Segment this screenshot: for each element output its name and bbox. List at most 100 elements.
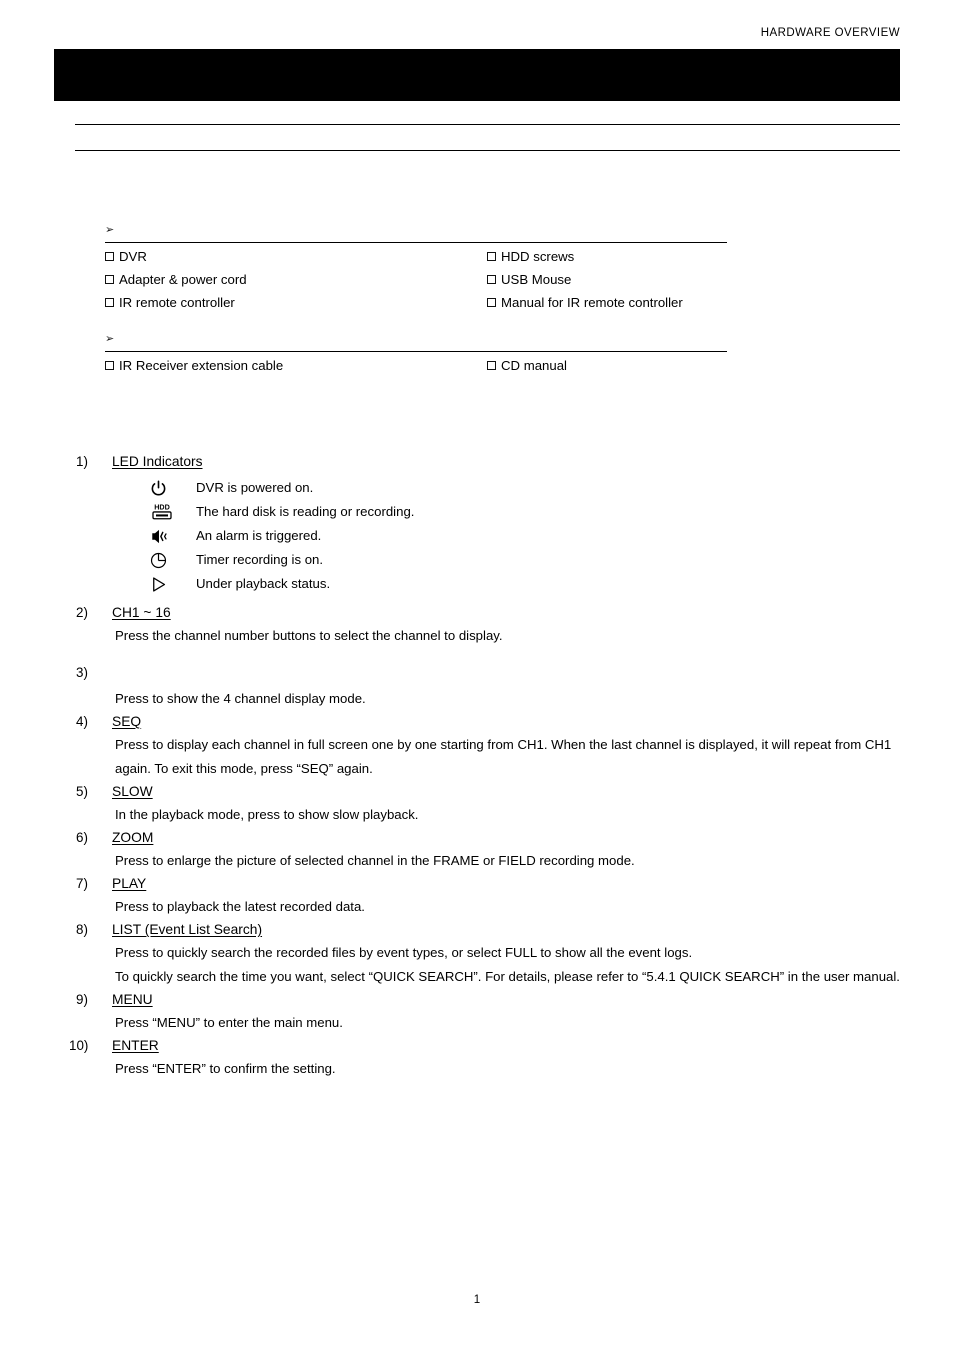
list-item-play: 7) PLAY Press to playback the latest rec…	[0, 873, 954, 919]
front-panel-control-list: 1) LED Indicators DVR is powered on. HDD…	[0, 451, 954, 1081]
packing-list-optional-heading: ➢	[105, 331, 727, 348]
item-description-line: In the playback mode, press to show slow…	[115, 807, 419, 822]
checkbox-icon[interactable]	[105, 298, 114, 307]
item-description-line: To quickly search the time you want, sel…	[115, 969, 900, 984]
item-title: MENU	[112, 992, 153, 1007]
packing-item-cell: HDD screws	[487, 248, 727, 265]
checkbox-icon[interactable]	[487, 275, 496, 284]
item-description: Press the channel number buttons to sele…	[112, 624, 902, 648]
packing-item-cell: IR Receiver extension cable	[105, 357, 487, 374]
led-description: An alarm is triggered.	[196, 528, 322, 543]
table-row: DVR HDD screws	[105, 248, 727, 271]
item-number: 10)	[69, 1038, 89, 1053]
item-title: CH1 ~ 16	[112, 605, 171, 620]
item-description-line: Press “ENTER” to confirm the setting.	[115, 1061, 336, 1076]
packing-list-optional: ➢ IR Receiver extension cable CD manual	[105, 331, 727, 380]
packing-item-label: IR Receiver extension cable	[119, 358, 284, 373]
led-description: The hard disk is reading or recording.	[196, 504, 415, 519]
arrow-bullet-icon: ➢	[105, 333, 115, 345]
led-description: Timer recording is on.	[196, 552, 324, 567]
list-item: HDD The hard disk is reading or recordin…	[150, 500, 954, 524]
list-item: DVR is powered on.	[150, 476, 954, 500]
checkbox-icon[interactable]	[487, 361, 496, 370]
list-item-zoom: 6) ZOOM Press to enlarge the picture of …	[0, 827, 954, 873]
packing-item-label: HDD screws	[501, 249, 575, 264]
item-number: 8)	[76, 922, 88, 937]
list-item: An alarm is triggered.	[150, 524, 954, 548]
packing-list-standard: ➢ DVR HDD screws Adapter & power cord US…	[105, 222, 727, 317]
power-icon	[150, 480, 196, 497]
item-description-line: Press to enlarge the picture of selected…	[115, 853, 635, 868]
hdd-icon: HDD	[150, 502, 196, 522]
list-item-seq: 4) SEQ Press to display each channel in …	[0, 711, 954, 781]
packing-item-cell: Adapter & power cord	[105, 271, 487, 288]
item-description-line: Press to show the 4 channel display mode…	[115, 691, 366, 706]
list-item-led-indicators: 1) LED Indicators DVR is powered on. HDD…	[0, 451, 954, 596]
packing-item-cell: USB Mouse	[487, 271, 727, 288]
item-number: 7)	[76, 876, 88, 891]
packing-item-cell: Manual for IR remote controller	[487, 294, 727, 311]
item-description: Press to display each channel in full sc…	[112, 733, 902, 781]
item-title: ENTER	[112, 1038, 159, 1053]
checkbox-icon[interactable]	[105, 275, 114, 284]
item-title: ZOOM	[112, 830, 154, 845]
item-number: 2)	[76, 605, 88, 620]
packing-item-cell: DVR	[105, 248, 487, 265]
packing-item-label: CD manual	[501, 358, 567, 373]
led-description: DVR is powered on.	[196, 480, 314, 495]
table-row: IR remote controller Manual for IR remot…	[105, 294, 727, 317]
item-title: SEQ	[112, 714, 142, 729]
packing-item-label: Adapter & power cord	[119, 272, 247, 287]
list-item: Under playback status.	[150, 572, 954, 596]
timer-clock-icon	[150, 552, 196, 569]
item-description-line: Press “MENU” to enter the main menu.	[115, 1015, 343, 1030]
item-title: SLOW	[112, 784, 153, 799]
header-divider-bottom	[75, 150, 900, 151]
table-row: IR Receiver extension cable CD manual	[105, 357, 727, 380]
item-description-line: Press to playback the latest recorded da…	[115, 899, 365, 914]
packing-item-cell: IR remote controller	[105, 294, 487, 311]
packing-item-cell: CD manual	[487, 357, 727, 374]
packing-list-standard-heading: ➢	[105, 222, 727, 239]
led-description: Under playback status.	[196, 576, 331, 591]
item-title: LED Indicators	[112, 454, 203, 469]
header-divider-top	[75, 124, 900, 125]
item-number: 1)	[76, 454, 88, 469]
item-description: Press “ENTER” to confirm the setting.	[112, 1057, 902, 1081]
packing-item-label: IR remote controller	[119, 295, 235, 310]
page-number: 1	[473, 1294, 481, 1306]
packing-item-label: USB Mouse	[501, 272, 572, 287]
item-description: In the playback mode, press to show slow…	[112, 803, 902, 827]
item-description: Press to enlarge the picture of selected…	[112, 849, 902, 873]
alarm-icon	[150, 528, 196, 545]
arrow-bullet-icon: ➢	[105, 224, 115, 236]
running-header: HARDWARE OVERVIEW	[760, 27, 900, 39]
list-item-ch1-16: 2) CH1 ~ 16 Press the channel number but…	[0, 602, 954, 648]
checkbox-icon[interactable]	[487, 252, 496, 261]
item-description: Press “MENU” to enter the main menu.	[112, 1011, 902, 1035]
item-description: Press to show the 4 channel display mode…	[112, 687, 902, 711]
item-description: Press to quickly search the recorded fil…	[112, 941, 902, 989]
checkbox-icon[interactable]	[487, 298, 496, 307]
list-item-enter: 10) ENTER Press “ENTER” to confirm the s…	[0, 1035, 954, 1081]
item-number: 5)	[76, 784, 88, 799]
list-item-quad-display: 3)	[0, 648, 954, 686]
packing-list-optional-rows: IR Receiver extension cable CD manual	[105, 352, 727, 380]
list-item-quad-display-body: Press to show the 4 channel display mode…	[0, 687, 954, 711]
led-indicator-list: DVR is powered on. HDD The hard disk is …	[112, 472, 954, 596]
item-description-line: Press to quickly search the recorded fil…	[115, 945, 693, 960]
item-title: LIST (Event List Search)	[112, 922, 263, 937]
checkbox-icon[interactable]	[105, 361, 114, 370]
item-description: Press to playback the latest recorded da…	[112, 895, 902, 919]
svg-text:HDD: HDD	[154, 502, 170, 511]
item-description-line: Press the channel number buttons to sele…	[115, 628, 503, 643]
checkbox-icon[interactable]	[105, 252, 114, 261]
packing-list-standard-rows: DVR HDD screws Adapter & power cord USB …	[105, 243, 727, 317]
chapter-title-bar	[54, 49, 900, 101]
list-item: Timer recording is on.	[150, 548, 954, 572]
table-row: Adapter & power cord USB Mouse	[105, 271, 727, 294]
list-item-slow: 5) SLOW In the playback mode, press to s…	[0, 781, 954, 827]
list-item-menu: 9) MENU Press “MENU” to enter the main m…	[0, 989, 954, 1035]
item-title: PLAY	[112, 876, 147, 891]
list-item-list-event-search: 8) LIST (Event List Search) Press to qui…	[0, 919, 954, 989]
